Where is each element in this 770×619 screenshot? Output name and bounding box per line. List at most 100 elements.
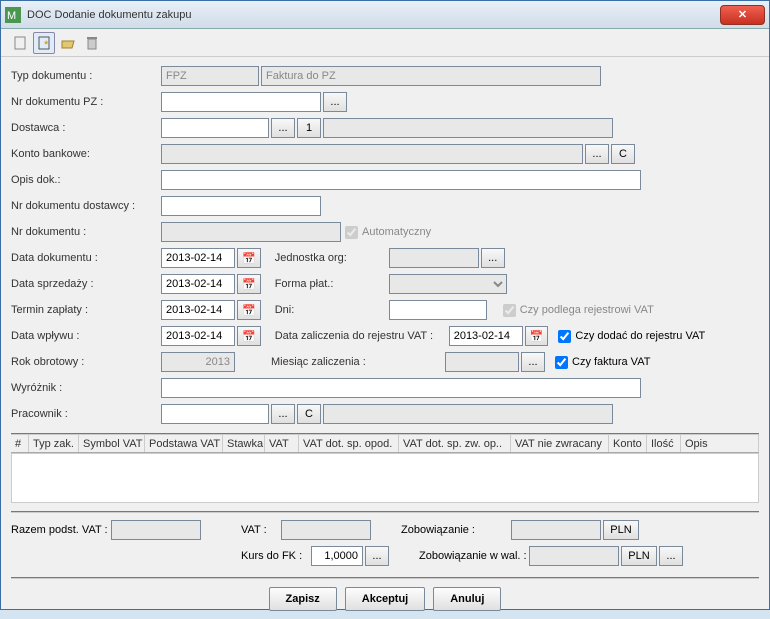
dni-input[interactable] xyxy=(389,300,487,320)
col-dotsp[interactable]: VAT dot. sp. opod. xyxy=(299,435,399,452)
zobow-wal-input xyxy=(529,546,619,566)
czy-faktura-checkbox[interactable] xyxy=(555,356,568,369)
pracownik-input[interactable] xyxy=(161,404,269,424)
nr-dostawcy-input[interactable] xyxy=(161,196,321,216)
anuluj-button[interactable]: Anuluj xyxy=(433,587,501,611)
label-wyroznik: Wyróżnik : xyxy=(11,382,161,394)
col-symvat[interactable]: Symbol VAT xyxy=(79,435,145,452)
col-typzak[interactable]: Typ zak. xyxy=(29,435,79,452)
data-zal-input[interactable] xyxy=(449,326,523,346)
svg-text:M: M xyxy=(7,10,16,22)
kurs-input[interactable] xyxy=(311,546,363,566)
label-dostawca: Dostawca : xyxy=(11,122,161,134)
label-zobow: Zobowiązanie : xyxy=(401,524,511,536)
data-sprz-input[interactable] xyxy=(161,274,235,294)
label-czy-podlega: Czy podlega rejestrowi VAT xyxy=(520,304,654,316)
label-czy-dodac: Czy dodać do rejestru VAT xyxy=(575,330,705,342)
col-konto[interactable]: Konto xyxy=(609,435,647,452)
pracownik-c-button[interactable]: C xyxy=(297,404,321,424)
label-data-zal: Data zaliczenia do rejestru VAT : xyxy=(275,330,445,342)
nr-pz-input[interactable] xyxy=(161,92,321,112)
vat-table-header: # Typ zak. Symbol VAT Podstawa VAT Stawk… xyxy=(11,433,759,453)
label-dni: Dni: xyxy=(275,304,385,316)
vat-sum-input xyxy=(281,520,371,540)
termin-input[interactable] xyxy=(161,300,235,320)
form-area: Typ dokumentu : Nr dokumentu PZ : ... Do… xyxy=(1,57,769,619)
zapisz-button[interactable]: Zapisz xyxy=(269,587,337,611)
col-n[interactable]: # xyxy=(11,435,29,452)
opis-input[interactable] xyxy=(161,170,641,190)
svg-text:*: * xyxy=(44,39,49,51)
label-mies-zal: Miesiąc zaliczenia : xyxy=(271,356,441,368)
kurs-picker[interactable]: ... xyxy=(365,546,389,566)
zobow-wal-pln-button[interactable]: PLN xyxy=(621,546,657,566)
col-ilosc[interactable]: Ilość xyxy=(647,435,681,452)
label-kurs: Kurs do FK : xyxy=(241,550,311,562)
app-icon: M xyxy=(5,7,21,23)
label-forma: Forma płat.: xyxy=(275,278,385,290)
czy-dodac-checkbox[interactable] xyxy=(558,330,571,343)
label-vat-sum: VAT : xyxy=(241,524,281,536)
label-auto: Automatyczny xyxy=(362,226,431,238)
termin-cal-icon[interactable]: 📅 xyxy=(237,300,261,320)
jednostka-input xyxy=(389,248,479,268)
button-bar: Zapisz Akceptuj Anuluj xyxy=(11,579,759,619)
data-sprz-cal-icon[interactable]: 📅 xyxy=(237,274,261,294)
rok-input xyxy=(161,352,235,372)
zobow-wal-picker[interactable]: ... xyxy=(659,546,683,566)
konto-picker[interactable]: ... xyxy=(585,144,609,164)
data-wpl-cal-icon[interactable]: 📅 xyxy=(237,326,261,346)
dostawca-picker[interactable]: ... xyxy=(271,118,295,138)
forma-select[interactable] xyxy=(389,274,507,294)
mies-zal-input xyxy=(445,352,519,372)
mies-zal-picker[interactable]: ... xyxy=(521,352,545,372)
dostawca-input[interactable] xyxy=(161,118,269,138)
typ-desc-input xyxy=(261,66,601,86)
label-data-sprz: Data sprzedaży : xyxy=(11,278,161,290)
nr-dok-input xyxy=(161,222,341,242)
label-zobow-wal: Zobowiązanie w wal. : xyxy=(419,550,529,562)
nr-pz-picker[interactable]: ... xyxy=(323,92,347,112)
data-dok-cal-icon[interactable]: 📅 xyxy=(237,248,261,268)
window-title: DOC Dodanie dokumentu zakupu xyxy=(27,9,720,21)
window: M DOC Dodanie dokumentu zakupu ✕ * Typ d… xyxy=(0,0,770,610)
razem-input xyxy=(111,520,201,540)
col-niezw[interactable]: VAT nie zwracany xyxy=(511,435,609,452)
col-stawka[interactable]: Stawka xyxy=(223,435,265,452)
pracownik-picker[interactable]: ... xyxy=(271,404,295,424)
auto-checkbox xyxy=(345,226,358,239)
data-wpl-input[interactable] xyxy=(161,326,235,346)
close-button[interactable]: ✕ xyxy=(720,5,765,25)
delete-icon[interactable] xyxy=(81,32,103,54)
dostawca-name xyxy=(323,118,613,138)
col-opis[interactable]: Opis xyxy=(681,435,759,452)
dostawca-one-button[interactable]: 1 xyxy=(297,118,321,138)
konto-input xyxy=(161,144,583,164)
wyroznik-input[interactable] xyxy=(161,378,641,398)
label-konto: Konto bankowe: xyxy=(11,148,161,160)
new-icon[interactable] xyxy=(9,32,31,54)
data-zal-cal-icon[interactable]: 📅 xyxy=(525,326,549,346)
label-nr-pz: Nr dokumentu PZ : xyxy=(11,96,161,108)
akceptuj-button[interactable]: Akceptuj xyxy=(345,587,425,611)
konto-c-button[interactable]: C xyxy=(611,144,635,164)
data-dok-input[interactable] xyxy=(161,248,235,268)
titlebar: M DOC Dodanie dokumentu zakupu ✕ xyxy=(1,1,769,29)
vat-table-body[interactable] xyxy=(11,453,759,503)
col-dotspzw[interactable]: VAT dot. sp. zw. op.. xyxy=(399,435,511,452)
czy-podlega-checkbox xyxy=(503,304,516,317)
col-vat[interactable]: VAT xyxy=(265,435,299,452)
label-typ-dokumentu: Typ dokumentu : xyxy=(11,70,161,82)
new-star-icon[interactable]: * xyxy=(33,32,55,54)
sum-area: Razem podst. VAT : VAT : Zobowiązanie : … xyxy=(11,511,759,579)
zobow-pln-button[interactable]: PLN xyxy=(603,520,639,540)
jednostka-picker[interactable]: ... xyxy=(481,248,505,268)
label-nr-dok: Nr dokumentu : xyxy=(11,226,161,238)
toolbar: * xyxy=(1,29,769,57)
open-icon[interactable] xyxy=(57,32,79,54)
col-podst[interactable]: Podstawa VAT xyxy=(145,435,223,452)
label-data-wpl: Data wpływu : xyxy=(11,330,161,342)
label-jednostka: Jednostka org: xyxy=(275,252,385,264)
label-opis: Opis dok.: xyxy=(11,174,161,186)
typ-code-input xyxy=(161,66,259,86)
